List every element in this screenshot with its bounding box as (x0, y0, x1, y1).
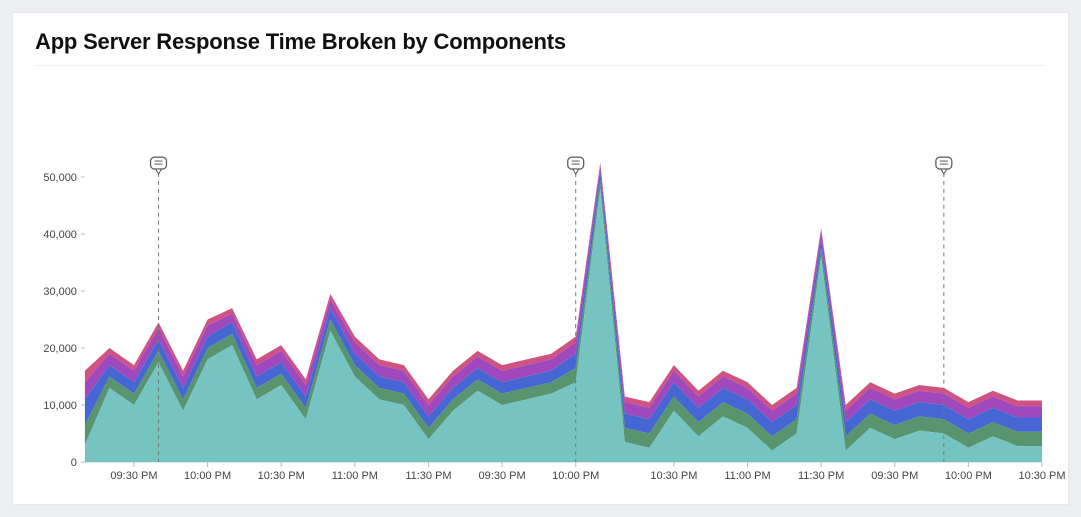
svg-text:50,000: 50,000 (43, 172, 77, 184)
area-chart: 0 10,000 20,000 30,000 40,000 50,000 (35, 173, 1046, 466)
x-tick-label: 11:30 PM (405, 470, 451, 482)
svg-text:0: 0 (71, 457, 77, 469)
svg-text:30,000: 30,000 (43, 286, 77, 298)
x-tick-label: 10:30 PM (258, 470, 305, 482)
x-tick-label: 10:30 PM (1018, 470, 1065, 482)
chart-panel: App Server Response Time Broken by Compo… (12, 12, 1069, 505)
svg-text:10,000: 10,000 (43, 400, 77, 412)
x-tick-label: 10:00 PM (945, 470, 992, 482)
svg-text:40,000: 40,000 (43, 229, 77, 241)
svg-text:20,000: 20,000 (43, 343, 77, 355)
x-tick-label: 09:30 PM (110, 470, 157, 482)
x-tick-label: 10:30 PM (650, 470, 697, 482)
x-tick-label: 11:00 PM (724, 470, 770, 482)
x-axis-tick-labels: 09:30 PM 10:00 PM 10:30 PM 11:00 PM 11:30 PM… (35, 470, 1046, 486)
comment-marker-icon[interactable] (568, 157, 584, 174)
x-tick-label: 10:00 PM (552, 470, 599, 482)
comment-marker-icon[interactable] (151, 157, 167, 174)
comment-marker-icon[interactable] (936, 157, 952, 174)
x-tick-label: 09:30 PM (871, 470, 918, 482)
chart-area: 0 10,000 20,000 30,000 40,000 50,000 (35, 173, 1046, 466)
panel-title: App Server Response Time Broken by Compo… (35, 29, 1046, 66)
x-tick-label: 10:00 PM (184, 470, 231, 482)
x-tick-label: 11:30 PM (798, 470, 844, 482)
x-tick-label: 09:30 PM (479, 470, 526, 482)
x-tick-label: 11:00 PM (332, 470, 378, 482)
